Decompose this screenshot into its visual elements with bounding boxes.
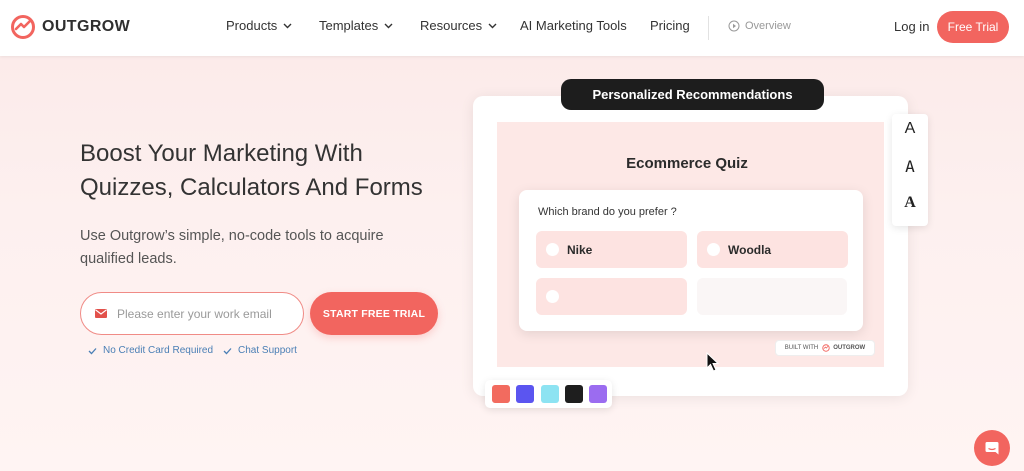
quiz-question: Which brand do you prefer ? <box>538 206 677 218</box>
outgrow-logo-icon <box>822 344 830 352</box>
perk-label: No Credit Card Required <box>103 345 214 356</box>
perk-label: Chat Support <box>238 345 297 356</box>
nav-item-overview[interactable]: Overview <box>728 20 791 32</box>
main-nav: Products Templates Resources AI Marketin… <box>0 18 1024 38</box>
nav-item-label: Products <box>226 18 278 33</box>
quiz-option-empty[interactable] <box>536 278 687 315</box>
personalized-recommendations-pill: Personalized Recommendations <box>561 79 824 110</box>
mouse-pointer-icon <box>706 352 720 372</box>
login-link[interactable]: Log in <box>894 19 929 34</box>
built-with-prefix: BUILT WITH <box>784 345 819 351</box>
chat-bubble-icon <box>985 442 999 455</box>
mail-icon <box>95 309 107 318</box>
hero-headline: Boost Your Marketing With Quizzes, Calcu… <box>80 137 460 205</box>
nav-item-templates[interactable]: Templates <box>319 18 393 33</box>
play-circle-icon <box>728 20 740 32</box>
perk-chat-support: Chat Support <box>223 345 297 356</box>
chevron-down-icon <box>384 23 393 28</box>
color-palette <box>485 380 612 408</box>
nav-item-label: AI Marketing Tools <box>520 18 627 33</box>
nav-item-pricing[interactable]: Pricing <box>650 18 690 33</box>
chevron-down-icon <box>488 23 497 28</box>
font-option-serif[interactable]: A <box>892 194 928 212</box>
color-swatch-1[interactable] <box>492 385 510 403</box>
radio-icon <box>707 243 720 256</box>
check-icon <box>88 347 97 354</box>
nav-item-resources[interactable]: Resources <box>420 18 497 33</box>
hero-headline-line-1: Boost Your Marketing With <box>80 140 363 167</box>
quiz-option-label: Woodla <box>728 242 772 257</box>
hero-subtext: Use Outgrow’s simple, no-code tools to a… <box>80 228 384 267</box>
font-picker: A A A <box>892 114 928 226</box>
color-swatch-4[interactable] <box>565 385 583 403</box>
radio-icon <box>546 290 559 303</box>
email-field-wrapper <box>80 292 304 335</box>
built-with-badge: BUILT WITH OUTGROW <box>775 340 875 356</box>
built-with-brand: OUTGROW <box>833 345 866 351</box>
start-free-trial-button[interactable]: START FREE TRIAL <box>310 292 438 335</box>
quiz-option-label: Nike <box>567 242 593 257</box>
quiz-option-nike[interactable]: Nike <box>536 231 687 268</box>
color-swatch-3[interactable] <box>541 385 559 403</box>
nav-item-label: Resources <box>420 18 483 33</box>
top-navigation-bar: OUTGROW Products Templates Resources AI … <box>0 0 1024 56</box>
nav-item-label: Overview <box>745 20 791 32</box>
chevron-down-icon <box>283 23 292 28</box>
free-trial-button[interactable]: Free Trial <box>937 11 1009 43</box>
email-input[interactable] <box>117 306 287 321</box>
font-option-sans[interactable]: A <box>892 120 928 138</box>
hero-headline-line-2: Quizzes, Calculators And Forms <box>80 174 423 201</box>
radio-icon <box>546 243 559 256</box>
quiz-title: Ecommerce Quiz <box>626 155 748 172</box>
color-swatch-5[interactable] <box>589 385 607 403</box>
nav-item-label: Pricing <box>650 18 690 33</box>
quiz-option-placeholder <box>697 278 847 315</box>
nav-item-products[interactable]: Products <box>226 18 292 33</box>
chat-launcher-button[interactable] <box>974 430 1010 466</box>
nav-divider <box>708 16 709 40</box>
nav-item-label: Templates <box>319 18 379 33</box>
color-swatch-2[interactable] <box>516 385 534 403</box>
font-option-mono[interactable]: A <box>892 157 928 176</box>
check-icon <box>223 347 232 354</box>
nav-item-ai-marketing-tools[interactable]: AI Marketing Tools <box>520 18 627 33</box>
quiz-option-woodla[interactable]: Woodla <box>697 231 848 268</box>
perk-no-credit-card: No Credit Card Required <box>88 345 213 356</box>
